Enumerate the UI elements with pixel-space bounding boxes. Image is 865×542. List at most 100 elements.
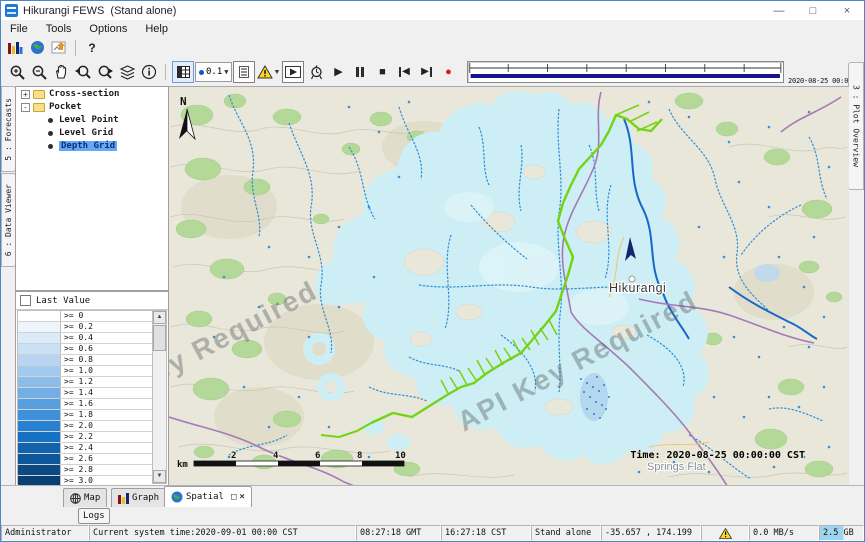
- timeline-ticks: [468, 62, 783, 80]
- zoom-in-icon[interactable]: [7, 62, 27, 82]
- legend-label: >= 2.6: [61, 454, 152, 464]
- tree-item-level-point[interactable]: Level Point: [16, 114, 168, 126]
- legend-row[interactable]: >= 1.2: [18, 377, 152, 388]
- menu-file[interactable]: File: [1, 22, 37, 36]
- legend-row[interactable]: >= 1.8: [18, 410, 152, 421]
- main-toolbar: ?: [1, 37, 864, 59]
- tab-forecasts[interactable]: 5 : Forecasts: [1, 86, 16, 172]
- legend-row[interactable]: >= 2.6: [18, 454, 152, 465]
- legend-swatch: [18, 432, 61, 442]
- legend-row[interactable]: >= 0.2: [18, 322, 152, 333]
- logs-button[interactable]: Logs: [78, 508, 110, 524]
- info-icon[interactable]: [139, 62, 159, 82]
- record-button[interactable]: ●: [438, 62, 458, 82]
- tree-item-label: Pocket: [49, 102, 82, 112]
- step-first-button[interactable]: ◀: [394, 62, 414, 82]
- left-tab-strip: 5 : Forecasts 6 : Data Viewer: [1, 86, 15, 486]
- menu-help[interactable]: Help: [136, 22, 177, 36]
- timeline-progress-bar: [471, 74, 780, 78]
- last-value-checkbox[interactable]: [20, 295, 31, 306]
- status-user: Administrator: [1, 525, 89, 541]
- legend-swatch: [18, 311, 61, 321]
- tree-item-depth-grid[interactable]: Depth Grid: [16, 140, 168, 152]
- zoom-out-icon[interactable]: [29, 62, 49, 82]
- legend-swatch: [18, 465, 61, 475]
- set-time-gauge-icon[interactable]: [306, 62, 326, 82]
- filter-tree: + Cross-section - Pocket Level Point Lev…: [15, 86, 169, 291]
- legend-row[interactable]: >= 0: [18, 311, 152, 322]
- minimize-button[interactable]: —: [762, 1, 796, 20]
- zoom-next-icon[interactable]: [95, 62, 115, 82]
- close-button[interactable]: ×: [830, 1, 864, 20]
- legend-row[interactable]: >= 0.6: [18, 344, 152, 355]
- map-canvas[interactable]: API Key Required API Key Required Hikura…: [169, 87, 849, 486]
- timeline-slider[interactable]: [467, 61, 784, 83]
- tab-spatial[interactable]: Spatial □ ×: [164, 486, 252, 507]
- tree-item-cross-section[interactable]: + Cross-section: [16, 88, 168, 100]
- tree-item-pocket[interactable]: - Pocket: [16, 101, 168, 113]
- status-warning-cell[interactable]: [701, 525, 749, 541]
- legend-label: >= 0.8: [61, 355, 152, 365]
- scroll-thumb[interactable]: [153, 325, 166, 351]
- menu-options[interactable]: Options: [80, 22, 136, 36]
- graph-tab-bars-icon: [118, 493, 129, 504]
- scroll-down-icon[interactable]: ▼: [153, 470, 166, 483]
- tree-item-level-grid[interactable]: Level Grid: [16, 127, 168, 139]
- tab-data-viewer[interactable]: 6 : Data Viewer: [1, 173, 16, 267]
- legend-scrollbar[interactable]: ▲ ▼: [152, 310, 167, 484]
- warning-threshold-dropdown[interactable]: ▼: [257, 62, 280, 82]
- class-break-select[interactable]: 0.1 ▼: [195, 62, 232, 82]
- legend-row[interactable]: >= 1.4: [18, 388, 152, 399]
- grid-toggle-button[interactable]: [172, 61, 194, 83]
- legend-row[interactable]: >= 2.8: [18, 465, 152, 476]
- data-viewer-panel: + Cross-section - Pocket Level Point Lev…: [15, 86, 170, 486]
- legend-row[interactable]: >= 2.0: [18, 421, 152, 432]
- grid-display-globe-icon[interactable]: [27, 38, 47, 58]
- tab-maximize-icon[interactable]: □: [231, 493, 236, 502]
- toolbar-separator: [165, 64, 166, 80]
- pan-hand-icon[interactable]: [51, 62, 71, 82]
- zoom-previous-icon[interactable]: [73, 62, 93, 82]
- legend-button[interactable]: [233, 61, 255, 83]
- maximize-button[interactable]: □: [796, 1, 830, 20]
- town-label: Hikurangi: [609, 281, 666, 295]
- status-bar: Administrator Current system time:2020-0…: [1, 525, 864, 541]
- legend-label: >= 2.8: [61, 465, 152, 475]
- bottom-tab-bar: Map Graph Spatial □ ×: [1, 485, 864, 507]
- collapse-icon[interactable]: -: [21, 103, 30, 112]
- class-break-dot-icon: [199, 70, 204, 75]
- tab-close-icon[interactable]: ×: [239, 493, 244, 502]
- legend-row[interactable]: >= 1.0: [18, 366, 152, 377]
- stop-button[interactable]: ■: [372, 62, 392, 82]
- spatial-map-view[interactable]: API Key Required API Key Required Hikura…: [169, 86, 849, 486]
- menu-tools[interactable]: Tools: [37, 22, 81, 36]
- legend-row[interactable]: >= 1.6: [18, 399, 152, 410]
- title-bar: Hikurangi FEWS (Stand alone) — □ ×: [1, 1, 864, 20]
- legend-row[interactable]: >= 2.4: [18, 443, 152, 454]
- expand-icon[interactable]: +: [21, 90, 30, 99]
- status-memory: 2.5 GB: [819, 525, 864, 541]
- scroll-up-icon[interactable]: ▲: [153, 311, 166, 324]
- legend-row[interactable]: >= 0.4: [18, 333, 152, 344]
- legend-row[interactable]: >= 0.8: [18, 355, 152, 366]
- play-button[interactable]: ▶: [328, 62, 348, 82]
- layers-icon[interactable]: [117, 62, 137, 82]
- legend-swatch: [18, 333, 61, 343]
- tab-map[interactable]: Map: [63, 488, 107, 507]
- svg-text:6: 6: [315, 451, 320, 461]
- legend-row[interactable]: >= 2.2: [18, 432, 152, 443]
- tab-plot-overview[interactable]: 3 : Plot Overview: [848, 62, 864, 190]
- status-coordinates: -35.657 , 174.199: [601, 525, 701, 541]
- node-bullet-icon: [48, 144, 53, 149]
- tab-spatial-label: Spatial: [186, 492, 224, 502]
- help-button[interactable]: ?: [82, 38, 102, 58]
- menu-bar: File Tools Options Help: [1, 20, 864, 38]
- step-last-button[interactable]: ▶: [416, 62, 436, 82]
- timeseries-display-icon[interactable]: [5, 38, 25, 58]
- legend-label: >= 2.0: [61, 421, 152, 431]
- spatial-display-icon[interactable]: [49, 38, 69, 58]
- pause-button[interactable]: [350, 62, 370, 82]
- svg-text:4: 4: [273, 451, 279, 461]
- tab-graph[interactable]: Graph: [111, 488, 166, 507]
- animation-movie-button[interactable]: [282, 61, 304, 83]
